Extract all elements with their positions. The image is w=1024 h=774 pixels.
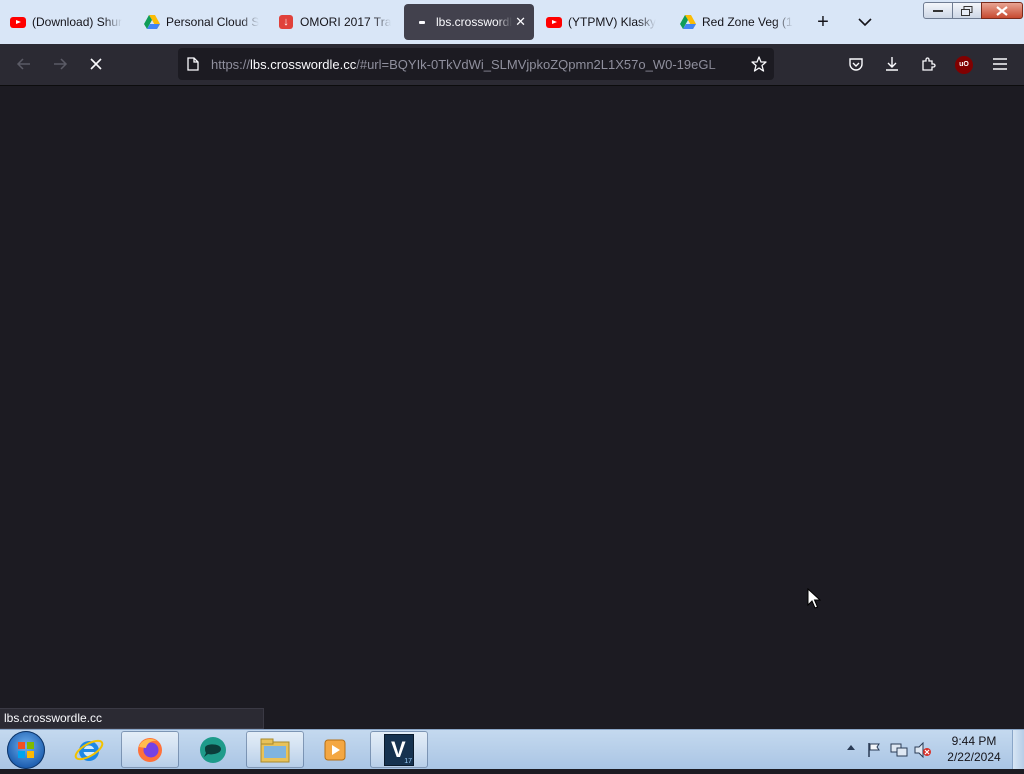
tab-ytpmv-klasky[interactable]: (YTPMV) Klasky — [536, 4, 670, 40]
taskbar-vegas-pro[interactable]: V 17 — [370, 731, 428, 768]
network-icon[interactable] — [890, 742, 908, 758]
taskbar: V 17 9:44 PM 2/22/2024 — [0, 729, 1024, 769]
minimize-icon — [933, 9, 943, 12]
back-button[interactable] — [12, 52, 36, 76]
taskbar-chat-app[interactable] — [184, 731, 242, 768]
new-tab-button[interactable]: + — [812, 11, 834, 33]
tab-title: OMORI 2017 Tra — [300, 15, 392, 29]
vegas-pro-version: 17 — [404, 757, 412, 765]
pocket-icon — [849, 58, 863, 71]
taskbar-firefox[interactable] — [121, 731, 179, 768]
restore-button[interactable] — [952, 2, 982, 19]
taskbar-internet-explorer[interactable] — [60, 731, 118, 768]
tab-title: Red Zone Veg (1 — [702, 15, 793, 29]
vegas-pro-icon: V 17 — [384, 733, 414, 766]
mouse-pointer-icon — [807, 588, 821, 609]
google-drive-icon — [144, 14, 160, 30]
youtube-icon — [10, 14, 26, 30]
youtube-icon — [546, 14, 562, 30]
list-all-tabs-button[interactable] — [854, 11, 876, 33]
hamburger-menu-icon — [993, 58, 1007, 70]
pocket-button[interactable] — [844, 52, 868, 76]
chevron-down-icon — [858, 18, 872, 27]
start-button[interactable] — [7, 731, 45, 769]
download-icon — [886, 57, 898, 71]
clock-time: 9:44 PM — [951, 734, 997, 748]
url-text[interactable]: https://lbs.crosswordle.cc/#url=BQYIk-0T… — [211, 57, 739, 72]
navigation-toolbar: https://lbs.crosswordle.cc/#url=BQYIk-0T… — [0, 44, 1024, 86]
bookmark-star-icon[interactable] — [751, 56, 767, 72]
action-center-flag-icon[interactable] — [866, 742, 882, 758]
close-window-button[interactable] — [981, 2, 1023, 19]
loading-icon — [414, 14, 430, 30]
url-scheme: https:// — [211, 57, 251, 72]
tab-title: (Download) Shur — [32, 15, 123, 29]
forward-arrow-icon — [54, 58, 68, 70]
close-icon — [996, 5, 1008, 16]
back-arrow-icon — [16, 58, 30, 70]
taskbar-file-explorer[interactable] — [246, 731, 304, 768]
extensions-button[interactable] — [916, 52, 940, 76]
tab-title: lbs.crosswordl — [436, 15, 513, 29]
minimize-button[interactable] — [923, 2, 953, 19]
show-hidden-icons-arrow-icon[interactable] — [846, 744, 856, 752]
volume-muted-icon[interactable] — [914, 742, 932, 758]
page-content-area[interactable] — [0, 86, 1024, 729]
file-explorer-icon — [260, 738, 290, 762]
application-menu-button[interactable] — [988, 52, 1012, 76]
tab-download-shur[interactable]: (Download) Shur — [0, 4, 134, 40]
show-desktop-button[interactable] — [1012, 730, 1024, 769]
chat-app-icon — [200, 736, 226, 763]
stop-loading-button[interactable] — [84, 52, 108, 76]
taskbar-clock[interactable]: 9:44 PM 2/22/2024 — [938, 733, 1010, 765]
windows-logo-icon — [18, 742, 34, 758]
media-player-icon — [324, 739, 346, 760]
puzzle-piece-icon — [922, 57, 936, 71]
ublock-origin-icon[interactable]: uO — [955, 56, 973, 74]
page-info-icon[interactable] — [187, 57, 199, 71]
internet-explorer-icon — [74, 739, 104, 761]
window-controls — [923, 2, 1023, 20]
close-tab-icon[interactable]: ✕ — [515, 14, 526, 30]
tab-crosswordle-active[interactable]: lbs.crosswordl ✕ — [404, 4, 534, 40]
download-page-icon: ↓ — [278, 14, 294, 30]
clock-date: 2/22/2024 — [947, 750, 1001, 764]
google-drive-icon — [680, 14, 696, 30]
tab-personal-cloud[interactable]: Personal Cloud S — [134, 4, 268, 40]
status-panel: lbs.crosswordle.cc — [0, 708, 264, 729]
forward-button[interactable] — [48, 52, 72, 76]
tab-title: (YTPMV) Klasky — [568, 15, 657, 29]
tab-omori[interactable]: ↓ OMORI 2017 Tra — [268, 4, 402, 40]
tab-red-zone-veg[interactable]: Red Zone Veg (1 — [670, 4, 804, 40]
stop-icon — [90, 58, 102, 70]
restore-icon — [961, 5, 973, 16]
downloads-button[interactable] — [880, 52, 904, 76]
url-host: lbs.crosswordle.cc — [250, 57, 357, 72]
tab-strip: (Download) Shur Personal Cloud S ↓ OMORI… — [0, 0, 1024, 44]
taskbar-media-player[interactable] — [307, 731, 365, 768]
firefox-icon — [138, 737, 162, 762]
tab-title: Personal Cloud S — [166, 15, 260, 29]
address-bar[interactable]: https://lbs.crosswordle.cc/#url=BQYIk-0T… — [178, 48, 774, 80]
url-path: /#url=BQYIk-0TkVdWi_SLMVjpkoZQpmn2L1X57o… — [356, 57, 716, 72]
